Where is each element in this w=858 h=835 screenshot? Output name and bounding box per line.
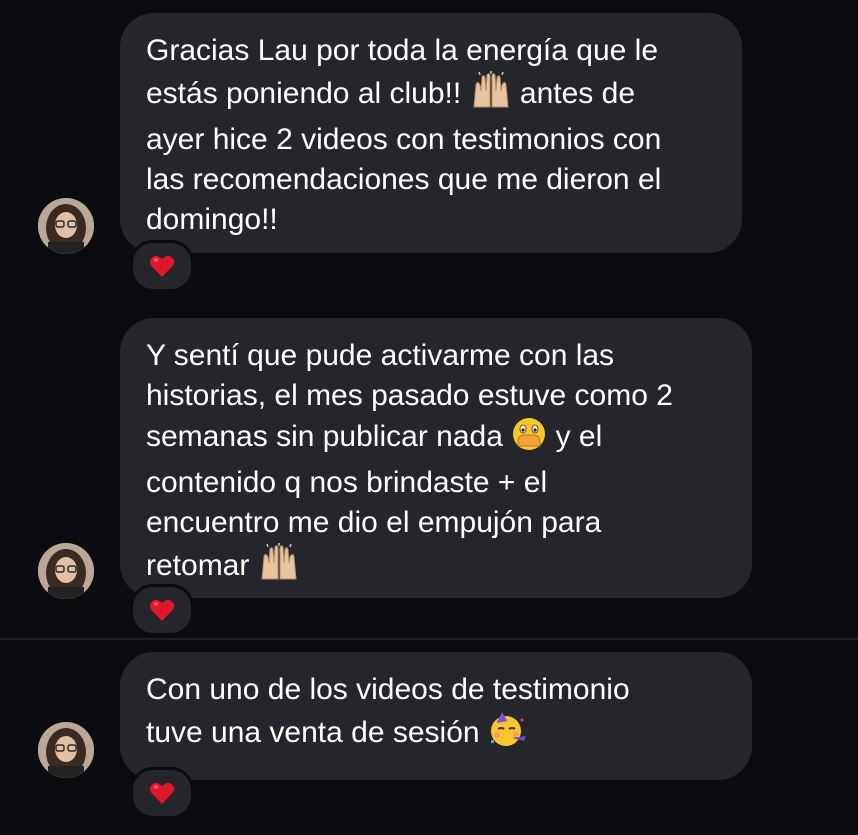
message-bubble-2[interactable]: Y sentí que pude activarme con las histo… <box>120 318 752 598</box>
heart-emoji-icon <box>149 782 175 804</box>
message-2-line-5: encuentro me dio el empujón para <box>146 506 602 539</box>
message-1-line-1: Gracias Lau por toda la energía que le <box>146 34 659 67</box>
message-3-line-1: Con uno de los videos de testimonio <box>146 673 630 706</box>
partying-face-emoji-icon <box>488 710 528 759</box>
message-2-line-4: contenido q nos brindaste + el <box>146 466 548 499</box>
message-1-line-5: domingo!! <box>146 203 278 236</box>
raising-hands-emoji-icon <box>258 543 300 592</box>
message-1-line-4: las recomendaciones que me dieron el <box>146 163 662 196</box>
raising-hands-emoji-icon <box>470 71 512 120</box>
reaction-badge-3[interactable] <box>130 767 194 819</box>
message-1-line-2b-text: antes de <box>519 77 636 110</box>
avatar[interactable] <box>38 543 94 599</box>
message-bubble-1[interactable]: Gracias Lau por toda la energía que le e… <box>120 13 742 253</box>
avatar[interactable] <box>38 198 94 254</box>
avatar[interactable] <box>38 722 94 778</box>
message-2-line-2: historias, el mes pasado estuve como 2 <box>146 379 673 412</box>
message-1-line-3: ayer hice 2 videos con testimonios con <box>146 123 662 156</box>
heart-emoji-icon <box>149 599 175 621</box>
face-with-open-eyes-and-hand-over-mouth-emoji-icon <box>511 416 547 463</box>
message-1-line-2: estás poniendo al club!! antes de <box>146 71 712 120</box>
reaction-badge-1[interactable] <box>130 240 194 292</box>
message-3-line-2: tuve una venta de sesión <box>146 710 722 759</box>
message-3-line-2-text: tuve una venta de sesión <box>146 716 480 749</box>
screenshot-divider <box>0 638 858 640</box>
message-2-line-3: semanas sin publicar nada y el <box>146 416 722 463</box>
message-2-line-3-text: semanas sin publicar nada <box>146 420 503 453</box>
message-2-line-1: Y sentí que pude activarme con las <box>146 339 615 372</box>
reaction-badge-2[interactable] <box>130 584 194 636</box>
message-2-line-6-text: retomar <box>146 549 250 582</box>
message-2-line-6: retomar <box>146 543 722 592</box>
message-2-line-3b-text: y el <box>555 420 603 453</box>
message-bubble-3[interactable]: Con uno de los videos de testimonio tuve… <box>120 652 752 780</box>
heart-emoji-icon <box>149 255 175 277</box>
message-1-line-2-text: estás poniendo al club!! <box>146 77 462 110</box>
